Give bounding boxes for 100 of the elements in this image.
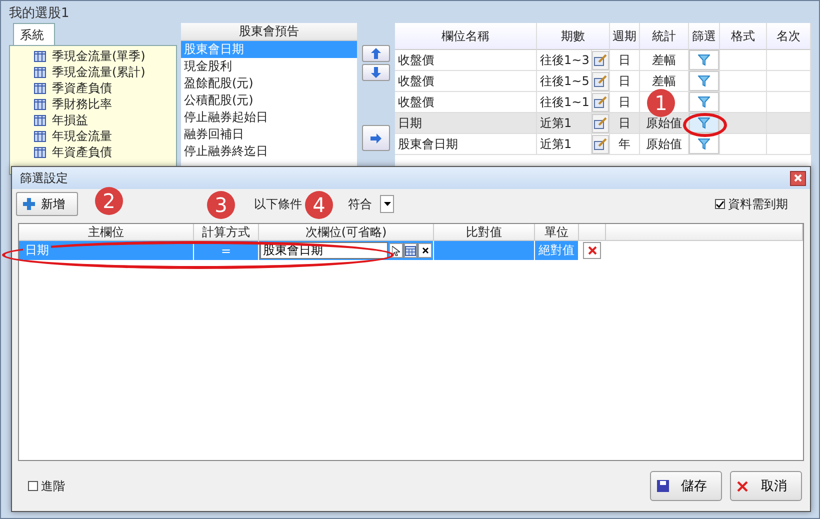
check-icon <box>716 200 724 208</box>
close-icon <box>794 174 802 182</box>
tab[interactable]: 系統 <box>13 23 55 45</box>
tree-item[interactable]: 季資產負債 <box>52 80 112 96</box>
column-header: 格式 <box>720 23 767 50</box>
close-icon <box>737 480 748 492</box>
list-item[interactable]: 停止融券終迄日 <box>181 143 357 160</box>
checkbox[interactable] <box>28 481 38 491</box>
table-cell: 年 <box>610 134 640 155</box>
filter-button[interactable] <box>689 134 719 154</box>
table-cell: 日 <box>610 71 640 92</box>
expiry-checkbox[interactable]: 資料需到期 <box>715 196 788 212</box>
list-item[interactable]: 盈餘配股(元) <box>181 75 357 92</box>
tree-item[interactable]: 季財務比率 <box>52 96 112 112</box>
tree-item[interactable]: 年損益 <box>52 112 88 128</box>
table-cell: 日 <box>610 50 640 71</box>
table-cell: 日期 <box>395 113 537 134</box>
filter-icon <box>698 117 710 129</box>
filter-button[interactable] <box>689 71 719 91</box>
table-cell <box>767 92 811 113</box>
move-up-button[interactable] <box>362 45 390 62</box>
column-header: 週期 <box>610 23 640 50</box>
add-button[interactable]: 新增 <box>16 192 78 216</box>
close-icon <box>422 247 429 254</box>
column-header: 欄位名稱 <box>395 23 537 50</box>
arrow-icon <box>371 67 381 78</box>
table-cell: 近第1 <box>537 134 592 155</box>
table-cell: 收盤價 <box>395 50 537 71</box>
column-header: 單位 <box>535 224 579 241</box>
table-icon <box>34 98 46 110</box>
list-item[interactable]: 停止融券起始日 <box>181 109 357 126</box>
table-cell: 近第1 <box>537 113 592 134</box>
calendar-button[interactable] <box>404 243 418 258</box>
caret-icon <box>384 202 390 206</box>
column-header: 統計 <box>640 23 689 50</box>
edit-button[interactable] <box>592 72 609 90</box>
column-header: 次欄位(可省略) <box>259 224 434 241</box>
condition-label: 以下條件 <box>254 196 302 212</box>
window-title: 我的選股1 <box>8 5 70 21</box>
cancel-button[interactable]: 取消 <box>730 471 802 501</box>
checkbox-label: 資料需到期 <box>728 196 788 212</box>
checkbox-label: 進階 <box>41 478 65 494</box>
table-icon <box>34 130 46 142</box>
table-icon <box>34 146 46 158</box>
edit-icon <box>594 138 607 150</box>
table-cell <box>767 113 811 134</box>
tree-item[interactable]: 季現金流量(單季) <box>52 48 146 64</box>
edit-button[interactable] <box>592 114 609 132</box>
calendar-icon <box>405 246 416 256</box>
list-item[interactable]: 公積配股(元) <box>181 92 357 109</box>
edit-icon <box>594 75 607 87</box>
filter-button[interactable] <box>689 50 719 70</box>
column-header: 主欄位 <box>19 224 194 241</box>
table-icon <box>34 114 46 126</box>
checkbox[interactable] <box>715 199 725 209</box>
table-cell: 日 <box>610 113 640 134</box>
table-cell <box>767 50 811 71</box>
filter-icon <box>698 96 710 108</box>
edit-icon <box>594 54 607 66</box>
advanced-checkbox[interactable]: 進階 <box>28 478 65 494</box>
table-cell: 日期 <box>23 241 51 260</box>
close-button[interactable] <box>790 170 806 186</box>
edit-button[interactable] <box>592 92 609 112</box>
highlight-ring <box>683 113 727 137</box>
filter-button[interactable] <box>689 92 719 112</box>
delete-icon <box>588 246 596 255</box>
delete-button[interactable] <box>583 242 601 259</box>
arrow-icon <box>370 133 382 143</box>
table-cell: 收盤價 <box>395 92 537 113</box>
save-button[interactable]: 儲存 <box>650 471 722 501</box>
table-cell: 往後1~5 <box>537 71 592 92</box>
save-icon <box>657 480 669 492</box>
pick-button[interactable] <box>389 243 403 258</box>
table-cell: 差幅 <box>640 50 689 71</box>
tree-item[interactable]: 季現金流量(累計) <box>52 64 146 80</box>
table-cell: 往後1~3 <box>537 50 592 71</box>
tree-item[interactable]: 年現金流量 <box>52 128 112 144</box>
table-cell: 收盤價 <box>395 71 537 92</box>
column-header: 期數 <box>537 23 610 50</box>
edit-button[interactable] <box>592 50 609 70</box>
dialog-title: 篩選設定 <box>20 170 68 186</box>
table-cell: 絕對值 <box>535 241 579 260</box>
dropdown-button[interactable] <box>380 195 394 213</box>
table-cell: 股東會日期 <box>395 134 537 155</box>
move-down-button[interactable] <box>362 64 390 81</box>
filter-icon <box>698 54 710 66</box>
table-cell: 往後1~1 <box>537 92 592 113</box>
tree-item[interactable]: 年資產負債 <box>52 144 112 160</box>
column-header: 比對值 <box>434 224 535 241</box>
column-header: 計算方式 <box>194 224 259 241</box>
cursor-icon <box>392 246 400 256</box>
edit-button[interactable] <box>592 134 609 154</box>
table-icon <box>34 66 46 78</box>
table-cell: 原始值 <box>640 134 689 155</box>
column-header: 名次 <box>767 23 811 50</box>
list-item[interactable]: 融券回補日 <box>181 126 357 143</box>
clear-button[interactable] <box>418 243 432 258</box>
add-field-button[interactable] <box>362 125 390 151</box>
list-item[interactable]: 現金股利 <box>181 58 357 75</box>
edit-icon <box>594 96 607 108</box>
